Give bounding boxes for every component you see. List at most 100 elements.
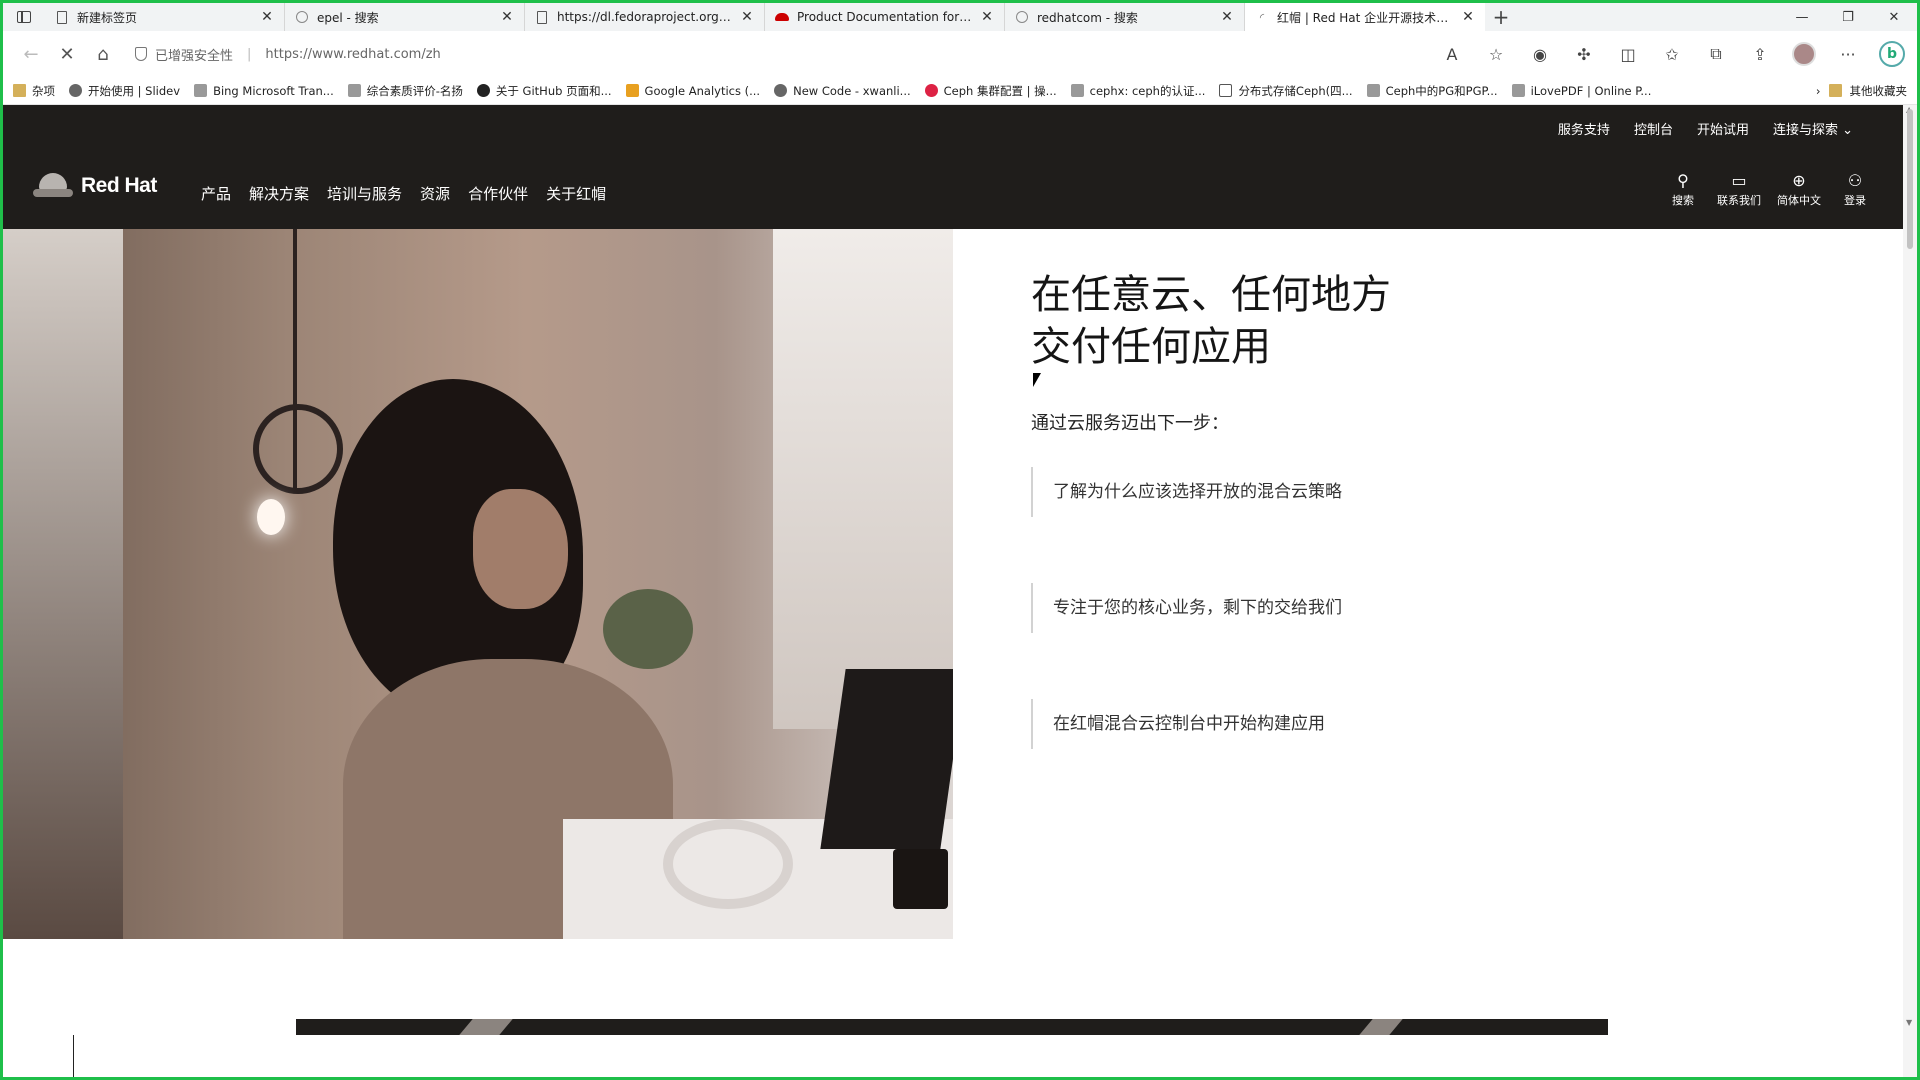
address-bar[interactable]: 已增强安全性 | https://www.redhat.com/zh [135, 38, 441, 70]
folder-icon [1828, 84, 1842, 97]
puzzle-icon[interactable]: ✣ [1569, 39, 1599, 69]
hero-content: 在任意云、任何地方 交付任何应用 通过云服务迈出下一步： 了解为什么应该选择开放… [1031, 269, 1731, 749]
favorites-icon[interactable]: ✩ [1657, 39, 1687, 69]
vertical-scrollbar[interactable]: ▲ ▼ [1903, 105, 1917, 1077]
restore-icon[interactable]: ❐ [1825, 3, 1871, 31]
new-tab-icon [55, 10, 69, 24]
security-label: 已增强安全性 [155, 48, 234, 64]
tab-fedora[interactable]: https://dl.fedoraproject.org/pub ✕ [525, 3, 765, 31]
navigation-bar: ← ✕ ⌂ 已增强安全性 | https://www.redhat.com/zh… [3, 31, 1917, 77]
bookmark-item[interactable]: 分布式存储Ceph(四... [1219, 83, 1353, 99]
shield-icon [135, 47, 147, 61]
nav-item-about[interactable]: 关于红帽 [546, 183, 606, 204]
tab-epel-search[interactable]: epel - 搜索 ✕ [285, 3, 525, 31]
bookmark-item[interactable]: Ceph 集群配置 | 操... [924, 83, 1057, 99]
contact-button[interactable]: ▭ 联系我们 [1717, 171, 1761, 208]
close-icon[interactable]: ✕ [500, 9, 514, 25]
hero-title-line: 交付任何应用 [1031, 324, 1271, 370]
bookmark-item[interactable]: 关于 GitHub 页面和... [476, 83, 612, 99]
tab-redhat-active[interactable]: ◜ 红帽 | Red Hat 企业开源技术领导 ✕ [1245, 3, 1485, 31]
tab-product-docs[interactable]: Product Documentation for Red ✕ [765, 3, 1005, 31]
close-icon[interactable]: ✕ [980, 9, 994, 25]
extension-icon[interactable]: ◉ [1525, 39, 1555, 69]
bookmark-item[interactable]: 综合素质评价-名扬 [347, 83, 463, 99]
header-actions: ⚲ 搜索 ▭ 联系我们 ⊕ 简体中文 ⚇ 登录 [1665, 171, 1873, 208]
bookmark-item[interactable]: Ceph中的PG和PGP... [1366, 83, 1498, 99]
bookmark-item[interactable]: cephx: ceph的认证... [1070, 83, 1205, 99]
bookmark-item[interactable]: iLovePDF | Online P... [1511, 84, 1651, 98]
utility-link-connect[interactable]: 连接与探索 ⌄ [1773, 115, 1853, 142]
nav-item-solutions[interactable]: 解决方案 [249, 183, 309, 204]
chevron-right-icon: › [1815, 83, 1821, 98]
language-button[interactable]: ⊕ 简体中文 [1777, 171, 1821, 208]
nav-item-training[interactable]: 培训与服务 [327, 183, 402, 204]
translator-icon [194, 84, 208, 97]
stop-loading-icon[interactable]: ✕ [49, 38, 85, 70]
tab-redhatcom-search[interactable]: redhatcom - 搜索 ✕ [1005, 3, 1245, 31]
home-icon[interactable]: ⌂ [85, 38, 121, 70]
ceph-icon [924, 84, 938, 97]
search-button[interactable]: ⚲ 搜索 [1665, 171, 1701, 208]
hero-link-console[interactable]: 在红帽混合云控制台中开始构建应用 [1031, 699, 1731, 749]
minimize-icon[interactable]: — [1779, 3, 1825, 31]
nav-item-products[interactable]: 产品 [201, 183, 231, 204]
close-icon[interactable]: ✕ [1461, 9, 1475, 25]
close-icon[interactable]: ✕ [740, 9, 754, 25]
new-tab-button[interactable]: + [1485, 3, 1517, 31]
bookmark-label: 关于 GitHub 页面和... [495, 83, 612, 98]
utility-link-support[interactable]: 服务支持 [1558, 115, 1610, 142]
split-screen-icon[interactable]: ◫ [1613, 39, 1643, 69]
bookmark-label: Google Analytics (... [644, 83, 761, 98]
hero-title: 在任意云、任何地方 交付任何应用 [1031, 269, 1731, 373]
site-icon [1366, 84, 1380, 97]
close-window-icon[interactable]: ✕ [1871, 3, 1917, 31]
tab-title: redhatcom - 搜索 [1037, 10, 1138, 25]
main-nav: 产品 解决方案 培训与服务 资源 合作伙伴 关于红帽 [201, 183, 606, 204]
web-page: 服务支持 控制台 开始试用 连接与探索 ⌄ Red Hat 产品 解决方案 培训… [3, 105, 1903, 1077]
folder-icon [13, 84, 26, 97]
bookmark-item[interactable]: Bing Microsoft Tran... [194, 84, 334, 98]
bookmark-item[interactable]: 开始使用 | Slidev [69, 83, 180, 99]
tab-actions-button[interactable] [3, 3, 45, 31]
tab-title: 红帽 | Red Hat 企业开源技术领导 [1277, 10, 1453, 25]
utility-link-trial[interactable]: 开始试用 [1697, 115, 1749, 142]
tab-actions-icon [17, 11, 31, 23]
bookmark-item[interactable]: 杂项 [13, 83, 55, 99]
user-icon: ⚇ [1847, 171, 1863, 190]
scroll-down-icon[interactable]: ▼ [1906, 1018, 1912, 1027]
bookmark-label: 杂项 [32, 83, 55, 98]
divider [73, 1035, 74, 1077]
read-aloud-icon[interactable]: A [1437, 39, 1467, 69]
tab-title: 新建标签页 [77, 10, 138, 25]
more-menu-icon[interactable]: ··· [1833, 39, 1863, 69]
scrollbar-thumb[interactable] [1907, 109, 1913, 249]
hero-link-managed-services[interactable]: 专注于您的核心业务，剩下的交给我们 [1031, 583, 1731, 633]
redhat-logo[interactable]: Red Hat [33, 173, 157, 199]
nav-item-partners[interactable]: 合作伙伴 [468, 183, 528, 204]
slidev-icon [69, 84, 82, 97]
document-icon [535, 10, 549, 24]
nav-item-resources[interactable]: 资源 [420, 183, 450, 204]
hero-link-hybrid-cloud[interactable]: 了解为什么应该选择开放的混合云策略 [1031, 467, 1731, 517]
redhat-hat-icon [33, 173, 73, 199]
tab-new-tab[interactable]: 新建标签页 ✕ [45, 3, 285, 31]
profile-icon[interactable] [1789, 39, 1819, 69]
github-icon [476, 84, 490, 97]
action-label: 登录 [1844, 194, 1866, 207]
share-icon[interactable]: ⇪ [1745, 39, 1775, 69]
bookmark-label: Bing Microsoft Tran... [213, 83, 334, 98]
utility-link-console[interactable]: 控制台 [1634, 115, 1673, 142]
bookmark-item[interactable]: Google Analytics (... [625, 83, 761, 98]
bookmarks-overflow[interactable]: › 其他收藏夹 [1816, 83, 1907, 99]
collections-icon[interactable]: ⧉ [1701, 39, 1731, 69]
chat-icon: ▭ [1731, 171, 1747, 190]
tab-strip: 新建标签页 ✕ epel - 搜索 ✕ https://dl.fedorapro… [3, 3, 1917, 31]
back-arrow-icon[interactable]: ← [13, 38, 49, 70]
bookmark-label: Ceph 集群配置 | 操... [943, 83, 1057, 98]
add-favorite-icon[interactable]: ☆ [1481, 39, 1511, 69]
bing-chat-icon[interactable]: b [1877, 39, 1907, 69]
close-icon[interactable]: ✕ [1220, 9, 1234, 25]
bookmark-item[interactable]: New Code - xwanli... [774, 84, 911, 98]
close-icon[interactable]: ✕ [260, 9, 274, 25]
login-button[interactable]: ⚇ 登录 [1837, 171, 1873, 208]
